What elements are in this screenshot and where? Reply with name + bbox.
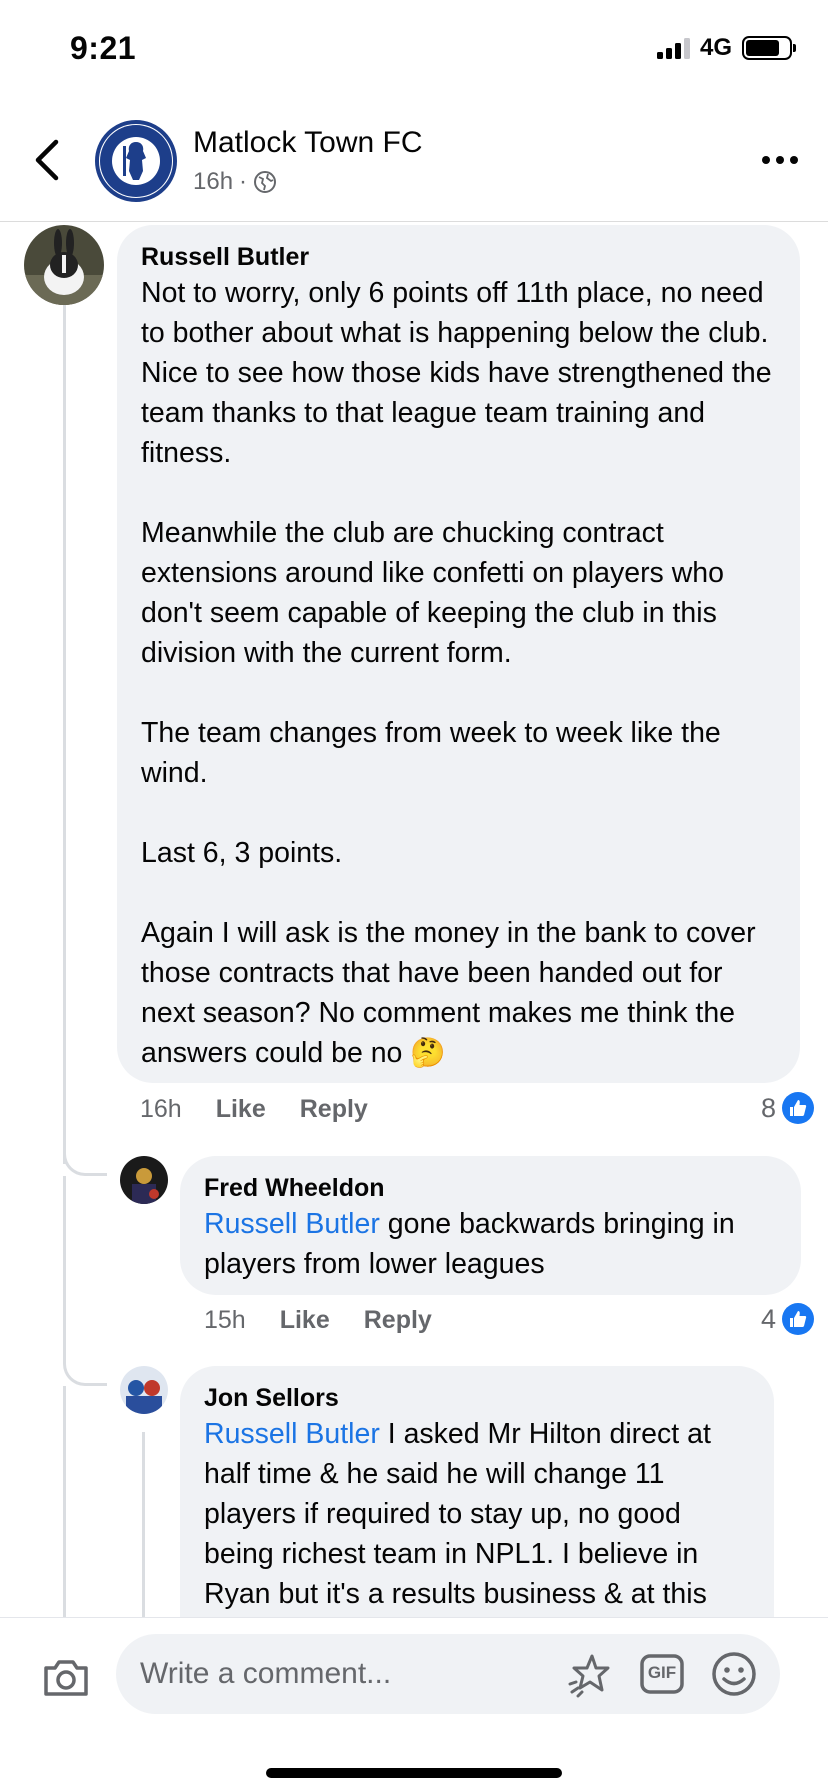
comment-bubble[interactable]: Fred Wheeldon Russell Butler gone backwa… [180,1156,801,1295]
like-count: 8 [760,1092,776,1123]
reply-button[interactable]: Reply [300,1095,368,1124]
avatar[interactable] [120,1156,168,1204]
thread-line [142,1432,145,1632]
gif-icon[interactable]: GIF [638,1650,686,1698]
gif-label: GIF [647,1663,677,1682]
back-chevron-icon[interactable] [30,134,66,186]
like-button[interactable]: Like [216,1095,266,1124]
more-icon[interactable] [762,156,798,164]
home-indicator [266,1768,562,1778]
post-meta: 16h · [193,168,277,196]
comment-actions: 16h Like Reply [140,1095,368,1124]
comment-text: Russell Butler gone backwards bringing i… [204,1204,777,1284]
comment-time[interactable]: 15h [204,1306,246,1335]
signal-icon [656,37,690,59]
comment-input[interactable] [140,1634,540,1714]
thread-branch [63,1340,107,1386]
comment-author[interactable]: Jon Sellors [204,1382,750,1414]
comment-text: Russell Butler I asked Mr Hilton direct … [204,1414,750,1614]
status-time: 9:21 [70,30,137,66]
comment-text: Not to worry, only 6 points off 11th pla… [141,277,772,1069]
thread-line [63,1386,66,1626]
comment-composer: GIF [0,1617,828,1792]
reply-button[interactable]: Reply [364,1306,432,1335]
camera-icon[interactable] [40,1652,92,1704]
avatar-sticker-icon[interactable] [564,1650,612,1698]
reaction-count[interactable]: 4 [761,1303,814,1335]
like-button[interactable]: Like [280,1306,330,1335]
reaction-count[interactable]: 8 [761,1092,814,1124]
thread-line [63,304,66,1164]
comment-author[interactable]: Fred Wheeldon [204,1172,777,1204]
comment-bubble[interactable]: Russell Butler Not to worry, only 6 poin… [117,225,800,1083]
comment-actions: 15h Like Reply [204,1306,432,1335]
avatar[interactable] [120,1366,168,1414]
comment-time[interactable]: 16h [140,1095,182,1124]
like-thumb-icon [782,1092,814,1124]
emoji-icon[interactable] [710,1650,758,1698]
mention-link[interactable]: Russell Butler [204,1418,380,1450]
status-indicators: 4G [656,34,796,62]
avatar[interactable] [24,225,104,305]
post-header: Matlock Town FC 16h · [0,104,828,222]
globe-icon [254,171,277,193]
page-logo[interactable] [95,120,177,202]
comment-author[interactable]: Russell Butler [141,241,776,273]
thread-branch [63,1130,107,1176]
battery-icon [742,36,796,60]
comment-box: GIF [116,1634,780,1714]
page-name[interactable]: Matlock Town FC [193,126,423,160]
like-count: 4 [760,1303,776,1334]
post-time: 16h [193,168,234,195]
mention-link[interactable]: Russell Butler [204,1208,380,1240]
like-thumb-icon [782,1303,814,1335]
meta-separator: · [239,168,248,195]
thread-line [63,1176,66,1346]
network-label: 4G [699,34,732,61]
